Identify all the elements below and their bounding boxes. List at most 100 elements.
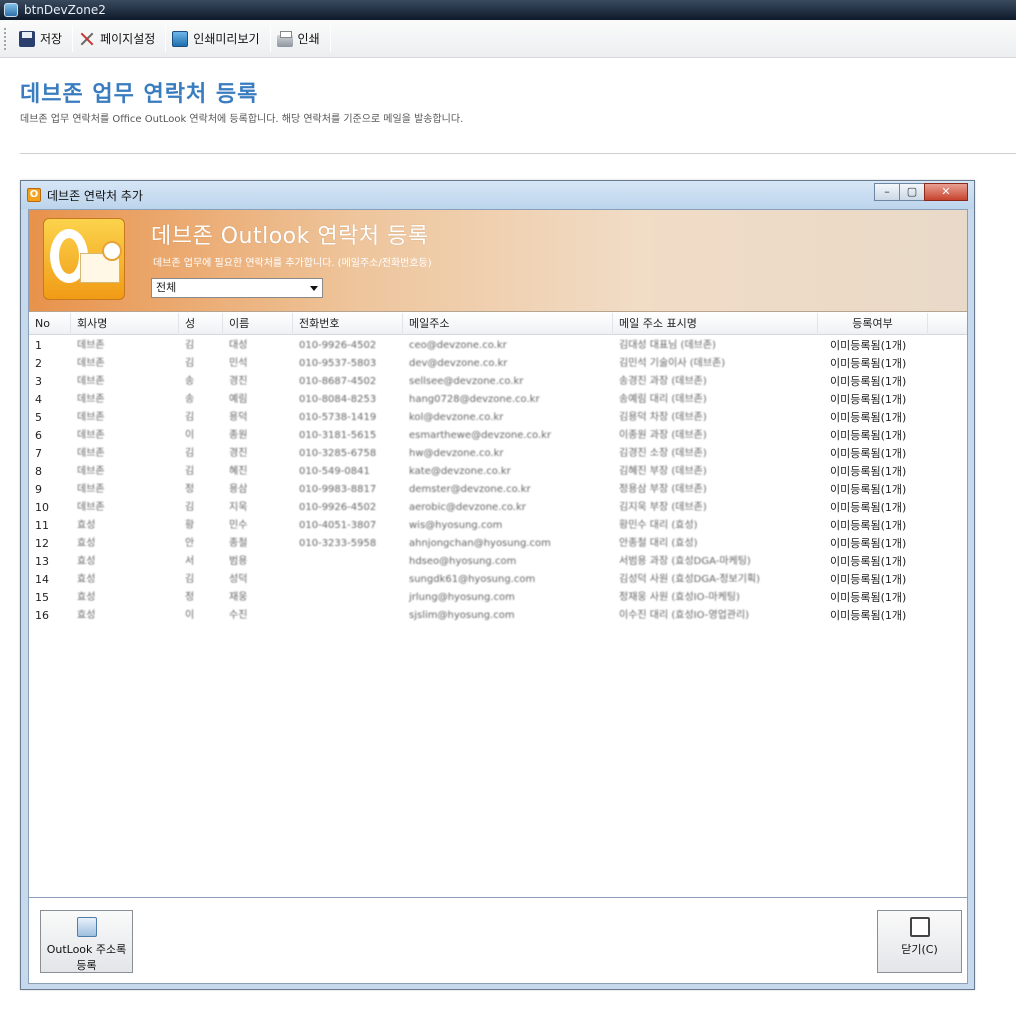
cell-display-name: 김민석 기술이사 (데브존) xyxy=(619,358,726,369)
cell-first-name: 종철 xyxy=(229,538,248,549)
cell-display-name: 송예림 대리 (데브존) xyxy=(619,394,707,405)
cell-display-name: 송경진 과장 (데브존) xyxy=(619,376,707,387)
cell-email: dev@devzone.co.kr xyxy=(409,358,508,369)
cell-phone xyxy=(293,553,403,571)
column-header-first-name[interactable]: 이름 xyxy=(223,313,293,335)
dialog-body: 데브존 Outlook 연락처 등록 데브존 업무에 필요한 연락처를 추가합니… xyxy=(28,209,968,984)
cell-first-name: 종원 xyxy=(229,430,248,441)
close-button[interactable]: 닫기(C) xyxy=(877,910,962,973)
table-row[interactable]: 16 효성 이 수진 sjslim@hyosung.com 이수진 대리 (효성IO-영업… xyxy=(29,607,967,625)
cell-last-name: 김 xyxy=(185,502,195,513)
maximize-button[interactable]: ▢ xyxy=(899,183,925,201)
cell-company: 효성 xyxy=(77,538,96,549)
column-header-phone[interactable]: 전화번호 xyxy=(293,313,403,335)
table-row[interactable]: 7 데브존 김 경진 010-3285-6758 hw@devzone.co.kr 김경진 … xyxy=(29,445,967,463)
column-header-display-name[interactable]: 메일 주소 표시명 xyxy=(613,313,818,335)
cell-display-name: 김경진 소장 (데브존) xyxy=(619,448,707,459)
column-header-last-name[interactable]: 성 xyxy=(179,313,223,335)
cell-status: 이미등록됨(1개) xyxy=(830,519,907,532)
table-row[interactable]: 15 효성 정 재웅 jrlung@hyosung.com 정재웅 사원 (효성IO-마케… xyxy=(29,589,967,607)
chevron-down-icon[interactable] xyxy=(310,286,318,291)
cell-last-name: 정 xyxy=(185,484,195,495)
cell-last-name: 김 xyxy=(185,412,195,423)
cell-company: 데브존 xyxy=(77,412,105,423)
cell-display-name: 안종철 대리 (효성) xyxy=(619,538,698,549)
table-row[interactable]: 10 데브존 김 지욱 010-9926-4502 aerobic@devzone.co.… xyxy=(29,499,967,517)
cell-first-name: 용덕 xyxy=(229,412,248,423)
cell-status: 이미등록됨(1개) xyxy=(830,465,907,478)
column-header-no[interactable]: No xyxy=(29,313,71,335)
table-row[interactable]: 14 효성 김 성덕 sungdk61@hyosung.com 김성덕 사원 (효성DGA… xyxy=(29,571,967,589)
cell-email: sellsee@devzone.co.kr xyxy=(409,376,524,387)
column-header-status[interactable]: 등록여부 xyxy=(818,313,928,335)
cell-no: 14 xyxy=(35,573,49,586)
cell-phone: 010-9926-4502 xyxy=(299,340,377,351)
column-header-company[interactable]: 회사명 xyxy=(71,313,179,335)
cell-no: 4 xyxy=(35,393,42,406)
table-row[interactable]: 11 효성 황 민수 010-4051-3807 wis@hyosung.com 황민수 대… xyxy=(29,517,967,535)
contacts-grid[interactable]: No 회사명 성 이름 전화번호 메일주소 메일 주소 표시명 등록여부 1 데브… xyxy=(29,313,967,898)
print-button[interactable]: 인쇄 xyxy=(271,25,330,53)
cell-last-name: 송 xyxy=(185,394,195,405)
outlook-register-button[interactable]: OutLook 주소록 등록 xyxy=(40,910,133,973)
close-window-button[interactable]: ✕ xyxy=(924,183,968,201)
table-row[interactable]: 12 효성 안 종철 010-3233-5958 ahnjongchan@hyosung.… xyxy=(29,535,967,553)
cell-display-name: 김용덕 차장 (데브존) xyxy=(619,412,707,423)
table-row[interactable]: 3 데브존 송 경진 010-8687-4502 sellsee@devzone.co.k… xyxy=(29,373,967,391)
cell-display-name: 김혜진 부장 (데브존) xyxy=(619,466,707,477)
contact-dialog: O 데브존 연락처 추가 – ▢ ✕ 데브존 Outlook 연락처 등록 데브… xyxy=(20,180,975,990)
table-row[interactable]: 1 데브존 김 대성 010-9926-4502 ceo@devzone.co.kr 김대성… xyxy=(29,337,967,355)
toolbar-grip[interactable] xyxy=(4,27,7,50)
table-row[interactable]: 2 데브존 김 민석 010-9537-5803 dev@devzone.co.kr 김민석… xyxy=(29,355,967,373)
dialog-titlebar[interactable]: O 데브존 연락처 추가 – ▢ ✕ xyxy=(21,181,974,209)
page-description: 데브존 업무 연락처를 Office OutLook 연락처에 등록합니다. 해… xyxy=(20,114,464,125)
print-preview-button[interactable]: 인쇄미리보기 xyxy=(166,25,269,53)
banner-title: 데브존 Outlook 연락처 등록 xyxy=(151,224,429,249)
filter-select[interactable]: 전체 xyxy=(151,278,323,298)
cell-company: 데브존 xyxy=(77,484,105,495)
cell-status: 이미등록됨(1개) xyxy=(830,483,907,496)
cell-email: ceo@devzone.co.kr xyxy=(409,340,507,351)
cell-company: 데브존 xyxy=(77,430,105,441)
cell-email: jrlung@hyosung.com xyxy=(409,592,515,603)
page-setup-button[interactable]: 페이지설정 xyxy=(73,25,165,53)
cell-first-name: 성덕 xyxy=(229,574,248,585)
print-label: 인쇄 xyxy=(297,32,320,46)
toolbar-separator xyxy=(329,25,331,52)
cell-first-name: 민수 xyxy=(229,520,248,531)
table-row[interactable]: 9 데브존 정 용삼 010-9983-8817 demster@devzone.co.k… xyxy=(29,481,967,499)
save-button[interactable]: 저장 xyxy=(13,25,72,53)
cell-first-name: 수진 xyxy=(229,610,248,621)
window-controls: – ▢ ✕ xyxy=(874,183,968,201)
table-row[interactable]: 13 효성 서 범용 hdseo@hyosung.com 서범용 과장 (효성DGA-마케… xyxy=(29,553,967,571)
table-row[interactable]: 5 데브존 김 용덕 010-5738-1419 kol@devzone.co.kr 김용덕… xyxy=(29,409,967,427)
cell-phone: 010-549-0841 xyxy=(299,466,370,477)
cell-email: demster@devzone.co.kr xyxy=(409,484,531,495)
cell-company: 데브존 xyxy=(77,466,105,477)
cell-display-name: 이수진 대리 (효성IO-영업관리) xyxy=(619,610,750,621)
cell-status: 이미등록됨(1개) xyxy=(830,447,907,460)
cell-status: 이미등록됨(1개) xyxy=(830,555,907,568)
cell-email: ahnjongchan@hyosung.com xyxy=(409,538,551,549)
cell-status: 이미등록됨(1개) xyxy=(830,429,907,442)
cell-phone: 010-9537-5803 xyxy=(299,358,377,369)
cell-phone: 010-9926-4502 xyxy=(299,502,377,513)
cell-phone xyxy=(293,571,403,589)
cell-company: 효성 xyxy=(77,556,96,567)
table-row[interactable]: 4 데브존 송 예림 010-8084-8253 hang0728@devzone.co.… xyxy=(29,391,967,409)
table-row[interactable]: 6 데브존 이 종원 010-3181-5615 esmarthewe@devzone.c… xyxy=(29,427,967,445)
cell-status: 이미등록됨(1개) xyxy=(830,591,907,604)
printer-icon xyxy=(276,30,293,47)
cell-last-name: 정 xyxy=(185,592,195,603)
column-header-email[interactable]: 메일주소 xyxy=(403,313,613,335)
minimize-button[interactable]: – xyxy=(874,183,900,201)
cell-no: 12 xyxy=(35,537,49,550)
cell-display-name: 이종원 과장 (데브존) xyxy=(619,430,707,441)
cell-no: 1 xyxy=(35,339,42,352)
cell-last-name: 황 xyxy=(185,520,195,531)
cell-company: 효성 xyxy=(77,610,96,621)
cell-no: 2 xyxy=(35,357,42,370)
table-row[interactable]: 8 데브존 김 혜진 010-549-0841 kate@devzone.co.kr 김혜진… xyxy=(29,463,967,481)
cell-no: 5 xyxy=(35,411,42,424)
cell-status: 이미등록됨(1개) xyxy=(830,501,907,514)
